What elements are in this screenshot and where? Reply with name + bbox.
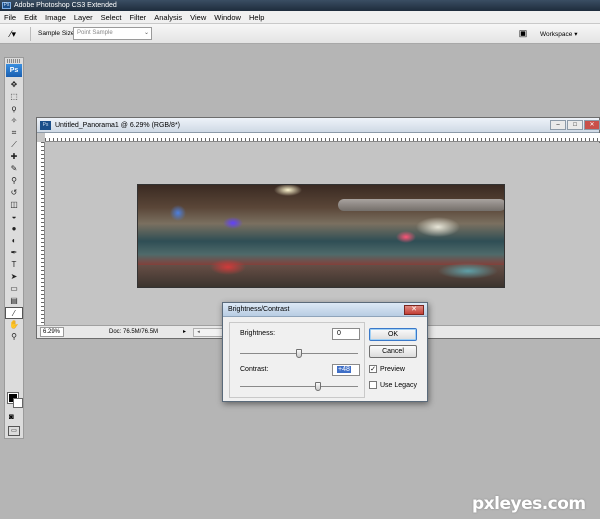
toolbox-grip[interactable] — [7, 59, 21, 63]
brightness-contrast-dialog: Brightness/Contrast ✕ Brightness: 0 Cont… — [222, 302, 428, 402]
vertical-ruler[interactable] — [37, 142, 45, 325]
brightness-input[interactable]: 0 — [332, 328, 360, 340]
sample-size-select[interactable]: Point Sample ⌄ — [73, 27, 152, 40]
brightness-label: Brightness: — [240, 330, 276, 337]
zoom-tool-icon[interactable]: ⚲ — [5, 331, 23, 343]
workspace-menu[interactable]: Workspace ▾ — [540, 30, 577, 38]
use-legacy-checkbox[interactable] — [369, 381, 377, 389]
slice-tool-icon[interactable]: ⟋ — [5, 139, 23, 151]
contrast-slider-thumb[interactable] — [314, 382, 321, 391]
dialog-title: Brightness/Contrast — [228, 306, 290, 313]
watermark: pxleyes.com — [472, 494, 586, 514]
menu-layer[interactable]: Layer — [74, 13, 93, 22]
eyedropper-tool-icon[interactable]: ⁄ — [5, 307, 23, 319]
document-title: Untitled_Panorama1 @ 6.29% (RGB/8*) — [55, 122, 180, 129]
history-brush-tool-icon[interactable]: ↺ — [5, 187, 23, 199]
use-legacy-checkbox-row[interactable]: Use Legacy — [369, 381, 417, 389]
move-tool-icon[interactable]: ✥ — [5, 79, 23, 91]
menu-filter[interactable]: Filter — [130, 13, 147, 22]
minimize-icon[interactable]: – — [550, 120, 566, 130]
healing-brush-tool-icon[interactable]: ✚ — [5, 151, 23, 163]
options-bar: ⁄▾ Sample Size: Point Sample ⌄ ▣ Workspa… — [0, 24, 600, 44]
shape-tool-icon[interactable]: ▭ — [5, 283, 23, 295]
chevron-down-icon: ⌄ — [143, 30, 149, 36]
cancel-button[interactable]: Cancel — [369, 345, 417, 358]
canvas-area[interactable] — [46, 143, 600, 325]
menu-bar: File Edit Image Layer Select Filter Anal… — [0, 11, 600, 24]
maximize-icon[interactable]: □ — [567, 120, 583, 130]
app-titlebar: Ps Adobe Photoshop CS3 Extended — [0, 0, 600, 11]
menu-select[interactable]: Select — [101, 13, 122, 22]
brightness-slider-thumb[interactable] — [296, 349, 302, 358]
clone-stamp-tool-icon[interactable]: ⚲ — [5, 175, 23, 187]
close-icon[interactable]: ✕ — [584, 120, 600, 130]
zoom-field[interactable]: 6.29% — [40, 327, 64, 337]
magic-wand-tool-icon[interactable]: ✧ — [5, 115, 23, 127]
menu-view[interactable]: View — [190, 13, 206, 22]
bridge-icon[interactable]: ▣ — [514, 27, 532, 40]
sample-size-label: Sample Size: — [38, 30, 77, 37]
sample-size-value: Point Sample — [77, 30, 113, 36]
panorama-image — [137, 184, 505, 288]
blur-tool-icon[interactable]: ● — [5, 223, 23, 235]
preview-label: Preview — [380, 365, 405, 373]
use-legacy-label: Use Legacy — [380, 381, 417, 389]
menu-analysis[interactable]: Analysis — [154, 13, 182, 22]
dodge-tool-icon[interactable]: ◐ — [5, 235, 23, 247]
contrast-value: +48 — [337, 366, 351, 373]
screen-mode-icon[interactable]: ▭ — [8, 426, 20, 436]
horizontal-ruler[interactable] — [45, 133, 600, 142]
contrast-slider-track[interactable] — [240, 386, 358, 387]
type-tool-icon[interactable]: T — [5, 259, 23, 271]
document-icon: Ps — [40, 121, 51, 130]
scroll-left-icon[interactable]: ◂ — [194, 329, 203, 336]
ok-button[interactable]: OK — [369, 328, 417, 341]
contrast-input[interactable]: +48 — [332, 364, 360, 376]
preview-checkbox-row[interactable]: ✓ Preview — [369, 365, 405, 373]
contrast-label: Contrast: — [240, 366, 269, 373]
toolbox: Ps ✥ ⬚ ϙ ✧ ⌗ ⟋ ✚ ✎ ⚲ ↺ ◫ ◒ ● ◐ ✒ T ➤ ▭ ▤… — [4, 57, 24, 439]
crop-tool-icon[interactable]: ⌗ — [5, 127, 23, 139]
eyedropper-tool-preset-icon[interactable]: ⁄▾ — [10, 28, 26, 40]
notes-tool-icon[interactable]: ▤ — [5, 295, 23, 307]
document-titlebar[interactable]: Ps Untitled_Panorama1 @ 6.29% (RGB/8*) –… — [37, 118, 600, 133]
photoshop-app-icon: Ps — [2, 2, 11, 9]
options-separator — [30, 27, 31, 41]
doc-size-info: Doc: 76.5M/76.5M — [109, 329, 159, 335]
pen-tool-icon[interactable]: ✒ — [5, 247, 23, 259]
dialog-close-button[interactable]: ✕ — [404, 305, 424, 315]
path-selection-tool-icon[interactable]: ➤ — [5, 271, 23, 283]
app-title: Adobe Photoshop CS3 Extended — [14, 2, 117, 9]
menu-edit[interactable]: Edit — [24, 13, 37, 22]
menu-image[interactable]: Image — [45, 13, 66, 22]
photoshop-logo[interactable]: Ps — [6, 64, 22, 77]
dialog-titlebar[interactable]: Brightness/Contrast ✕ — [223, 303, 427, 317]
lasso-tool-icon[interactable]: ϙ — [5, 103, 23, 115]
background-color-swatch[interactable] — [13, 398, 23, 408]
paint-bucket-tool-icon[interactable]: ◒ — [5, 211, 23, 223]
quick-mask-icon[interactable]: ◙ — [9, 412, 14, 421]
menu-help[interactable]: Help — [249, 13, 264, 22]
marquee-tool-icon[interactable]: ⬚ — [5, 91, 23, 103]
panorama-lights — [138, 185, 504, 287]
status-menu-icon[interactable]: ▸ — [183, 326, 186, 338]
menu-file[interactable]: File — [4, 13, 16, 22]
menu-window[interactable]: Window — [214, 13, 241, 22]
preview-checkbox[interactable]: ✓ — [369, 365, 377, 373]
brush-tool-icon[interactable]: ✎ — [5, 163, 23, 175]
eraser-tool-icon[interactable]: ◫ — [5, 199, 23, 211]
hand-tool-icon[interactable]: ✋ — [5, 319, 23, 331]
dialog-controls-group: Brightness: 0 Contrast: +48 — [229, 322, 365, 398]
